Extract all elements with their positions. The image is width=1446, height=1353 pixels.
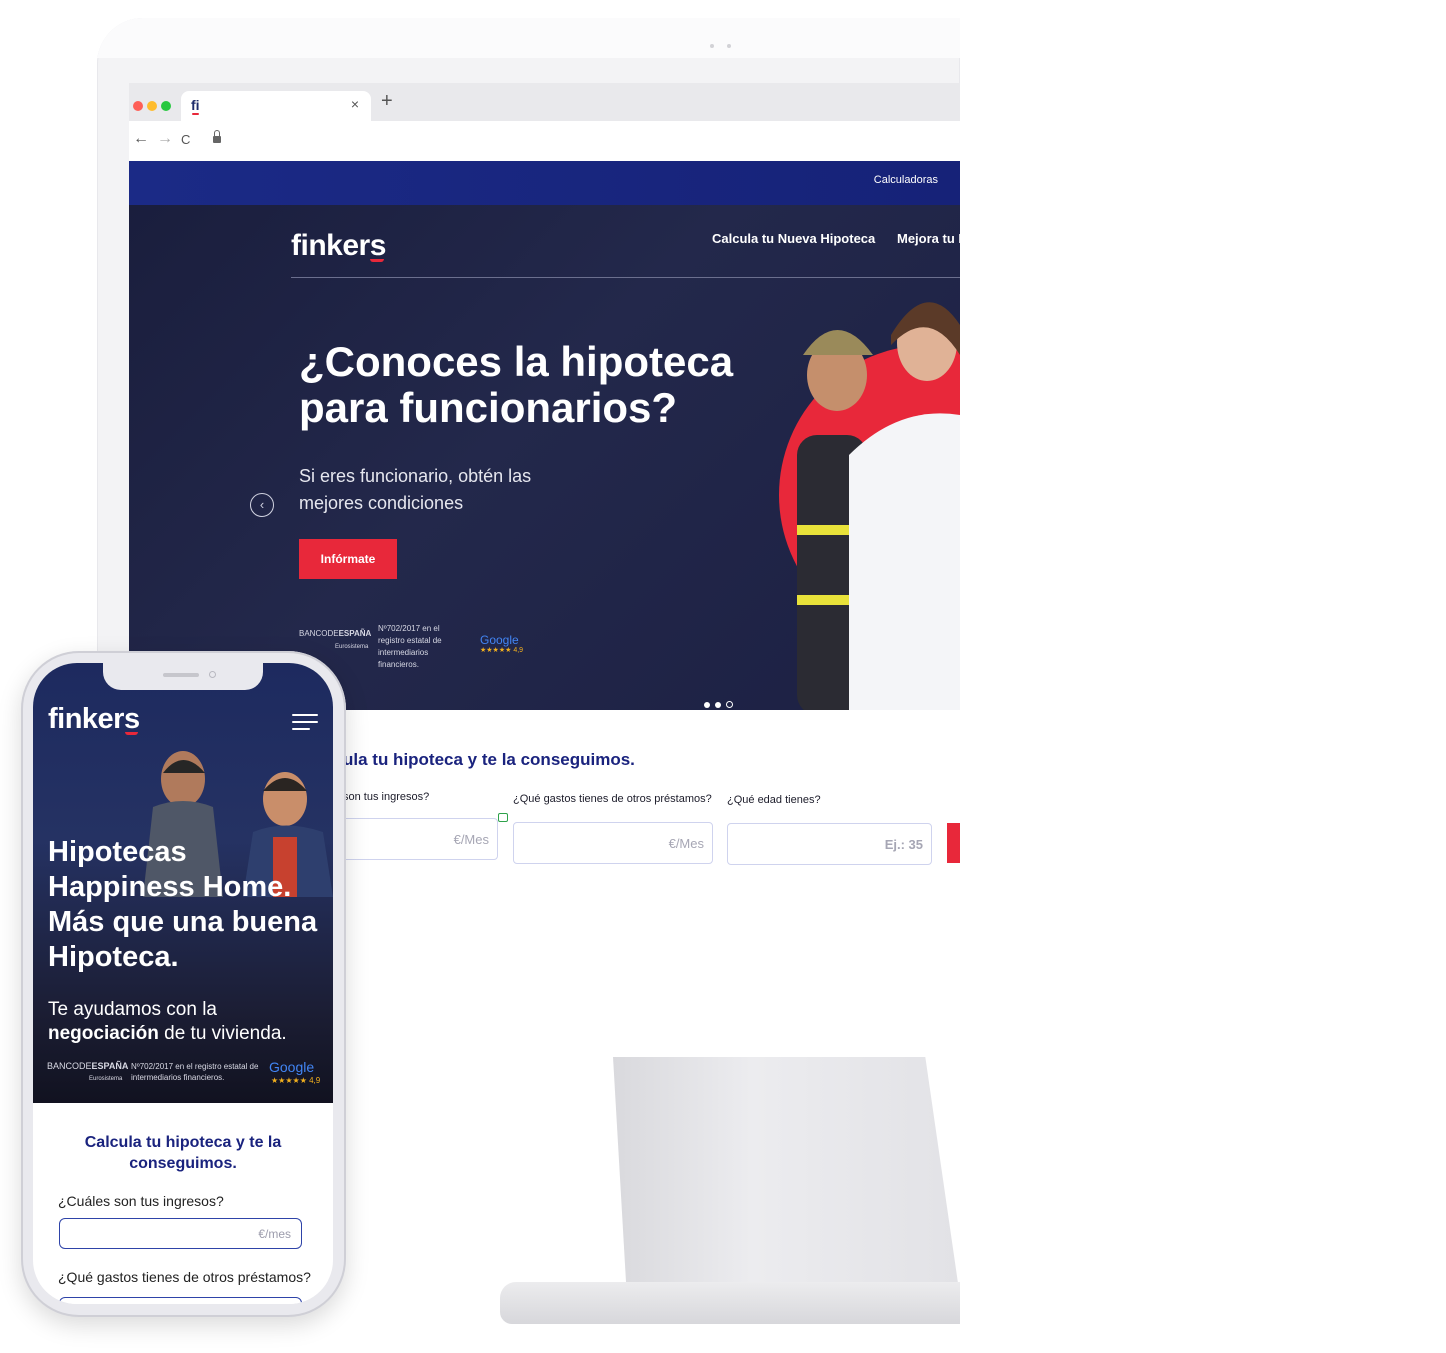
mobile-logo-text: finkers [48,703,140,735]
bank-name: ESPAÑA [338,629,372,638]
desktop-hero: finkers Calcula tu Nueva Hipoteca Mejora… [129,205,960,710]
calculator-title: ula tu hipoteca y te la conseguimos. [343,750,635,769]
nav-improve-mortgage[interactable]: Mejora tu Hi [897,231,960,246]
loans-label: ¿Qué gastos tienes de otros préstamos? [513,793,712,805]
browser-tab[interactable]: fi × [181,91,371,121]
lock-icon [213,130,221,143]
mobile-finkers-logo[interactable]: finkers [48,703,140,736]
mobile-banco-espana-logo: BANCODEESPAÑA Eurosistema [47,1061,128,1085]
site-top-strip: Calculadoras [129,161,960,205]
calculate-button[interactable] [947,823,960,863]
new-tab-icon[interactable]: + [381,90,393,113]
mobile-phone: finkers Hipotecas Happiness Home. Más qu… [21,651,346,1317]
mobile-loans-input[interactable] [59,1297,302,1304]
google-rating: ★★★★★ 4,9 [480,647,524,654]
tab-close-icon[interactable]: × [351,96,359,112]
mobile-google-logo: Google [269,1059,314,1075]
monitor-stand-base [500,1282,960,1324]
mobile-google-rating: ★★★★★ 4,9 [271,1076,321,1085]
window-close-icon[interactable] [133,101,143,111]
mobile-logo-smile-icon [124,732,138,735]
mobile-income-label: ¿Cuáles son tus ingresos? [58,1193,224,1209]
back-icon[interactable]: ← [133,130,149,148]
hamburger-menu-icon[interactable] [292,714,318,731]
income-input[interactable] [341,818,498,860]
mobile-bank-sub: Eurosistema [89,1076,123,1082]
browser-address-bar: ← → C [129,121,960,162]
carousel-dot-3[interactable] [726,701,733,708]
mobile-subtitle-pre: Te ayudamos con la [48,999,217,1020]
calculators-link[interactable]: Calculadoras [874,174,938,186]
browser-tab-bar: fi × + [129,83,960,121]
mobile-hero: finkers Hipotecas Happiness Home. Más qu… [33,663,333,1103]
mobile-bank-name: ESPAÑA [91,1061,129,1071]
google-text: Google [480,633,519,647]
window-maximize-icon[interactable] [161,101,171,111]
carousel-dots [704,695,738,710]
mobile-registry-text: Nº702/2017 en el registro estatal de int… [131,1062,259,1082]
mobile-hero-subtitle: Te ayudamos con la negociación de tu viv… [48,998,328,1046]
carousel-dot-2[interactable] [715,702,721,708]
phone-camera-icon [209,671,216,678]
age-label: ¿Qué edad tienes? [727,794,821,806]
logo-smile-icon [369,259,384,262]
bank-sub: Eurosistema [335,644,369,650]
bank-prefix: BANCODE [299,629,339,638]
mobile-subtitle-bold: negociación [48,1023,159,1044]
reload-icon[interactable]: C [181,132,190,147]
mobile-calculator-title: Calcula tu hipoteca y te la conseguimos. [84,1134,282,1172]
forward-icon[interactable]: → [157,130,173,148]
registry-text: Nº702/2017 en el registro estatal de int… [378,624,442,669]
mobile-loans-label: ¿Qué gastos tienes de otros préstamos? [58,1269,311,1285]
mobile-bank-prefix: BANCODE [47,1061,92,1071]
hero-professionals-image [779,302,960,710]
finkers-logo[interactable]: finkers [291,229,386,263]
logo-text: finkers [291,229,386,262]
loans-input[interactable] [513,822,713,864]
carousel-prev-icon[interactable]: ‹ [250,493,274,517]
mobile-screen: finkers Hipotecas Happiness Home. Más qu… [33,663,333,1304]
monitor-camera-icon [710,44,714,48]
phone-notch [103,663,263,690]
phone-speaker-icon [163,673,199,677]
hero-subtitle: Si eres funcionario, obtén las mejores c… [299,466,532,513]
mobile-income-input[interactable] [59,1218,302,1249]
monitor-bezel-top [97,18,960,58]
hero-title: ¿Conoces la hipoteca para funcionarios? [299,338,734,431]
mobile-subtitle-post: de tu vivienda. [164,1023,287,1044]
autofill-icon[interactable] [498,813,508,822]
mobile-hero-title: Hipotecas Happiness Home. Más que una bu… [48,836,318,973]
banco-espana-logo: BANCODEESPAÑA Eurosistema [299,628,371,653]
nav-new-mortgage[interactable]: Calcula tu Nueva Hipoteca [712,231,875,246]
monitor-stand-neck [613,1057,960,1297]
informate-button[interactable]: Infórmate [299,539,397,579]
tab-favicon: fi [191,97,200,115]
age-input[interactable] [727,823,932,865]
mobile-calculator-card: Calcula tu hipoteca y te la conseguimos.… [38,1104,328,1304]
carousel-dot-1[interactable] [704,702,710,708]
mobile-google-text: Google [269,1059,315,1075]
income-label: son tus ingresos? [343,791,430,803]
google-logo: Google [480,633,519,647]
window-minimize-icon[interactable] [147,101,157,111]
monitor-sensor-icon [727,44,731,48]
